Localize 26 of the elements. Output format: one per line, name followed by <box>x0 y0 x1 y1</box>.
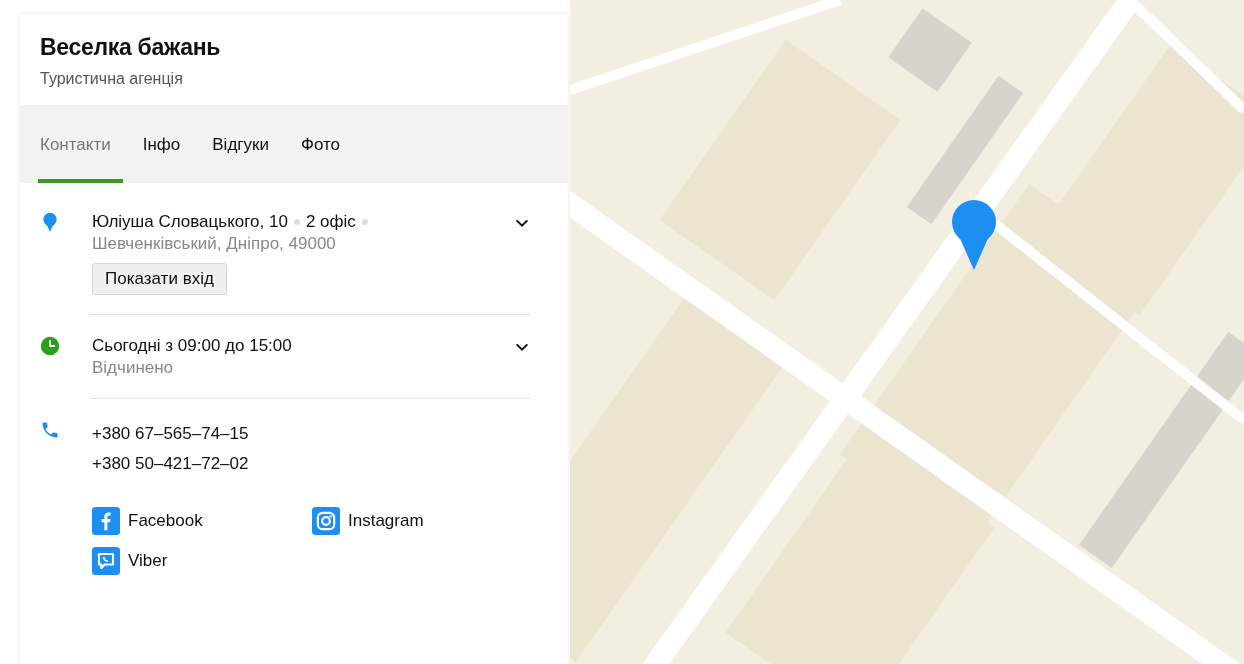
open-status: Відчинено <box>92 357 174 379</box>
camera-logo-icon <box>312 507 340 535</box>
f-logo-icon <box>92 507 120 535</box>
tab[interactable]: Фото <box>288 105 352 183</box>
place-category: Туристична агенція <box>40 70 184 88</box>
place-title: Веселка бажань <box>40 34 222 61</box>
phone-number[interactable]: +380 50–421–72–02 <box>92 449 249 479</box>
phone-icon <box>40 420 60 440</box>
tab[interactable]: Контакти <box>38 105 123 183</box>
location-pin-icon <box>40 212 60 232</box>
show-entrance-button[interactable]: Показати вхід <box>92 263 227 295</box>
separator-dot <box>361 219 368 225</box>
tab[interactable]: Відгуки <box>200 105 281 183</box>
social-link[interactable]: Facebook <box>128 511 203 531</box>
tab[interactable]: Інфо <box>130 105 193 183</box>
speech-bubble-phone-icon <box>92 547 120 575</box>
opening-hours: Сьогодні з 09:00 до 15:00 <box>92 335 292 357</box>
social-link[interactable]: Instagram <box>348 511 424 531</box>
address-locality: Шевченківський, Дніпро, 49000 <box>92 233 336 255</box>
phone-number[interactable]: +380 67–565–74–15 <box>92 419 249 449</box>
separator-dot <box>293 219 300 225</box>
social-link[interactable]: Viber <box>128 551 168 571</box>
map-pin-icon[interactable] <box>950 200 998 272</box>
street-address: Юліуша Словацького, 10 <box>92 211 288 233</box>
office-label: 2 офіс <box>305 211 356 233</box>
clock-icon <box>40 336 60 356</box>
